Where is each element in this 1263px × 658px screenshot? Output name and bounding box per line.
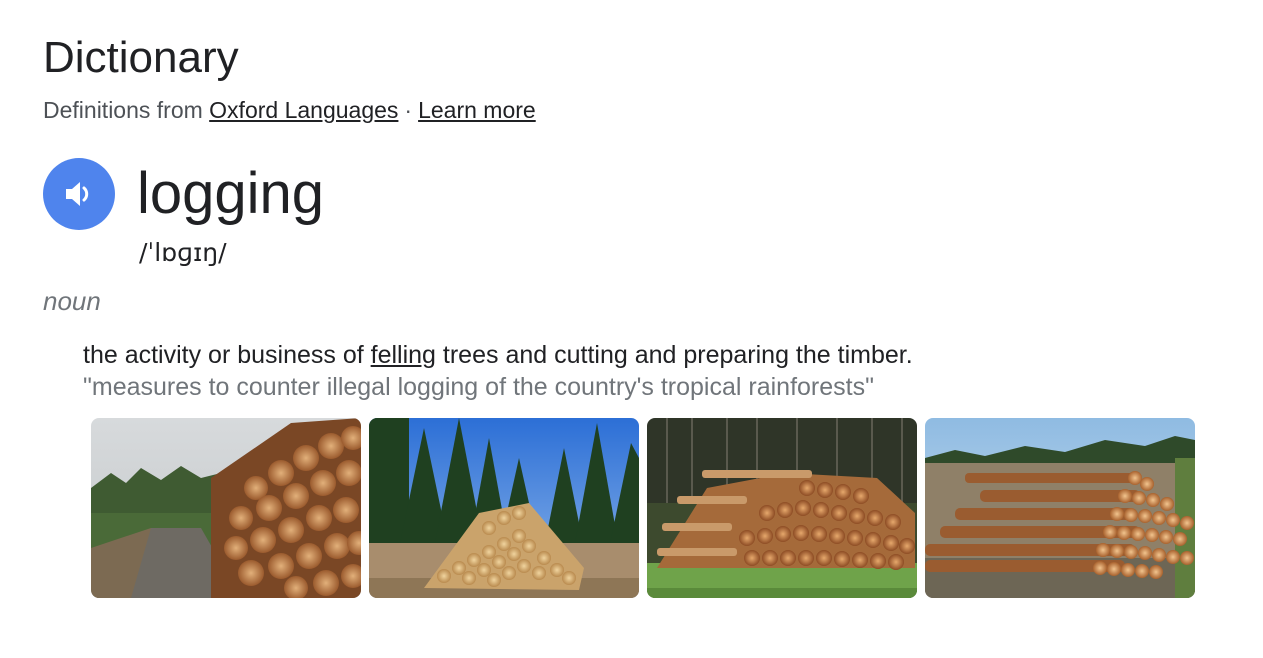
definition-after: trees and cutting and preparing the timb… (435, 341, 913, 369)
log-stack-field-photo (647, 418, 917, 598)
image-thumbnail-2[interactable] (369, 418, 639, 598)
oxford-languages-link[interactable]: Oxford Languages (209, 97, 398, 123)
log-stack-clearing-photo (925, 418, 1195, 598)
definition-text: the activity or business of felling tree… (83, 339, 913, 371)
image-thumbnail-4[interactable] (925, 418, 1195, 598)
pronunciation-speaker-button[interactable] (43, 158, 115, 230)
image-thumbnail-1[interactable] (91, 418, 361, 598)
part-of-speech: noun (43, 286, 101, 316)
separator-dot: · (404, 97, 413, 123)
image-thumbnail-3[interactable] (647, 418, 917, 598)
dictionary-title: Dictionary (43, 33, 239, 82)
speaker-icon (66, 182, 89, 206)
example-sentence: "measures to counter illegal logging of … (83, 373, 874, 401)
log-pile-forest-photo (369, 418, 639, 598)
phonetic-transcription: /ˈlɒɡɪŋ/ (139, 238, 227, 267)
learn-more-link[interactable]: Learn more (418, 97, 536, 123)
definitions-source: Definitions from Oxford Languages · Learn … (43, 96, 536, 124)
source-prefix: Definitions from (43, 97, 203, 123)
definition-before: the activity or business of (83, 341, 371, 369)
headword: logging (137, 161, 325, 226)
log-pile-road-photo (91, 418, 361, 598)
felling-link[interactable]: felling (371, 341, 436, 369)
image-strip (91, 418, 1195, 598)
